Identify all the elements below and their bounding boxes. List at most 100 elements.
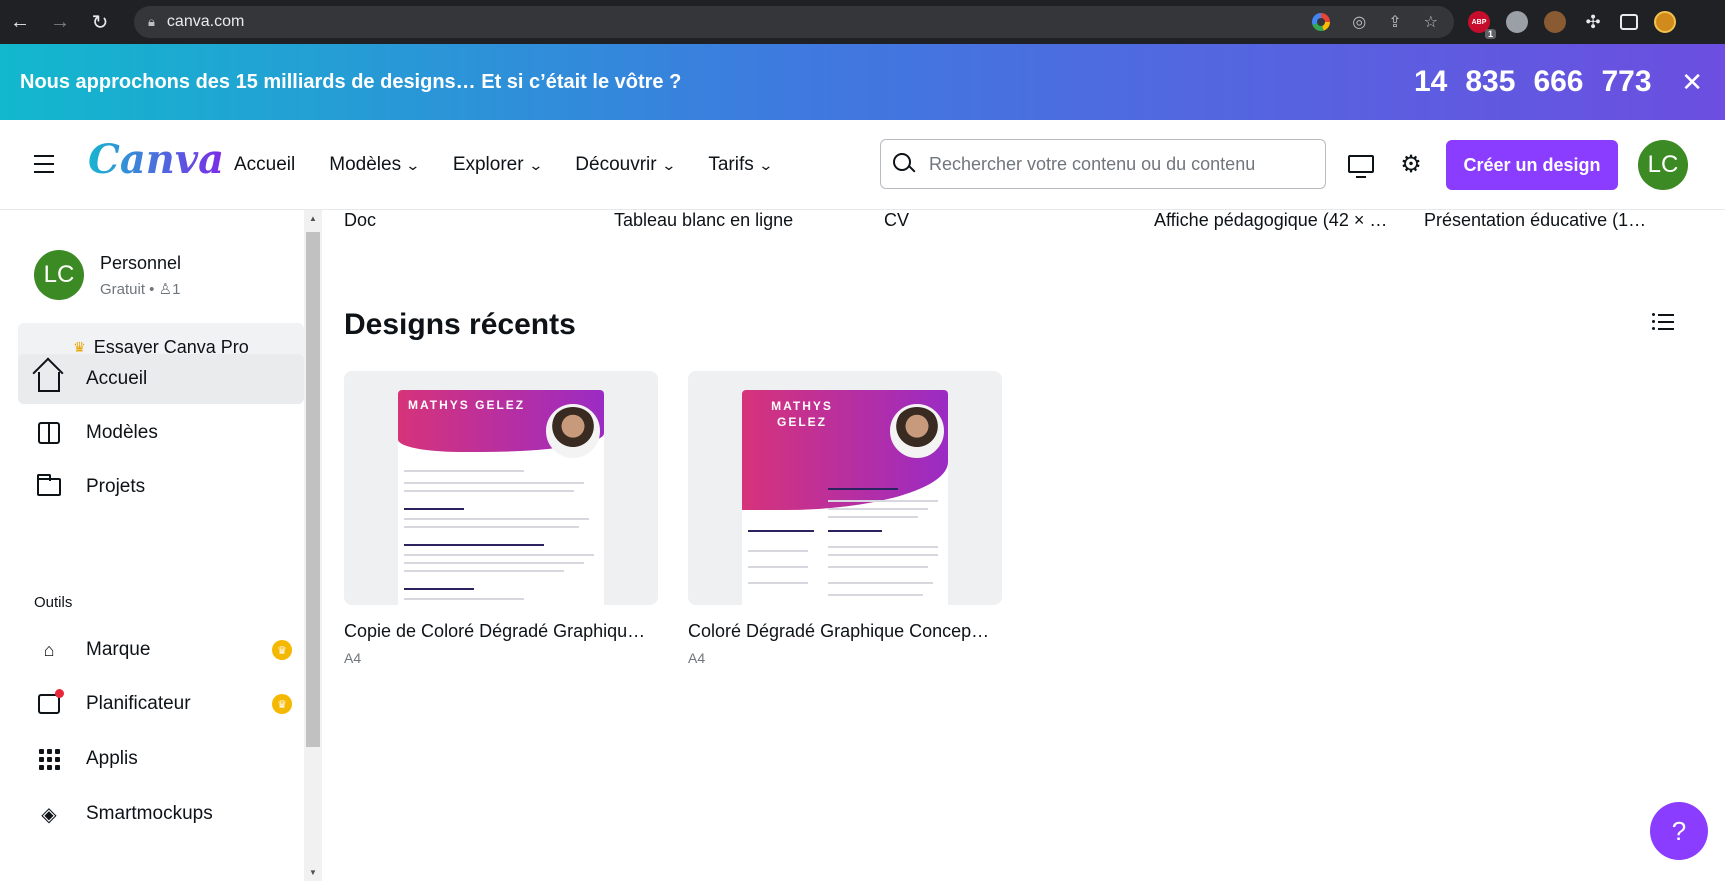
eye-off-icon[interactable]: ◎	[1352, 12, 1366, 32]
pro-crown-badge: ♛	[272, 694, 292, 714]
top-navigation: Canva Accueil Modèles ⌄ Explorer ⌄ Découvr…	[0, 120, 1725, 210]
account-avatar[interactable]: LC	[1638, 140, 1688, 190]
team-avatar: LC	[34, 250, 84, 300]
account-plan: Gratuit	[100, 280, 146, 298]
sidebar-item-marque[interactable]: ⌂ Marque ♛	[18, 625, 304, 675]
design-thumbnail[interactable]: MATHYS GELEZ	[344, 371, 658, 605]
cv-section-rule	[748, 530, 814, 532]
cv-text-line	[748, 550, 808, 552]
menu-item-accueil[interactable]: Accueil	[234, 154, 295, 176]
menu-item-tarifs[interactable]: Tarifs ⌄	[708, 154, 774, 176]
scrollbar-thumb[interactable]	[306, 232, 320, 747]
cv-text-line	[404, 570, 564, 572]
help-button[interactable]: ?	[1650, 802, 1708, 860]
menu-label: Modèles	[329, 154, 402, 175]
design-type-item[interactable]: Affiche pédagogique (42 × …	[1154, 210, 1424, 231]
owl-extension-icon[interactable]	[1506, 11, 1528, 33]
reload-icon[interactable]: ↻	[80, 0, 120, 44]
design-card[interactable]: MATHYS GELEZ Coloré Dégradé Graphique Co…	[688, 371, 1002, 666]
list-view-icon[interactable]	[1652, 313, 1674, 334]
bookmark-star-icon[interactable]: ☆	[1424, 12, 1438, 32]
sidebar-item-label: Smartmockups	[86, 803, 213, 824]
canva-logo[interactable]: Canva	[88, 136, 224, 183]
back-icon[interactable]: ←	[0, 0, 40, 44]
banner-close-icon[interactable]: ✕	[1681, 67, 1703, 98]
cv-text-line	[828, 566, 928, 568]
design-type-item[interactable]: CV	[884, 210, 1154, 231]
crown-icon: ♛	[73, 338, 86, 355]
profile-avatar-icon[interactable]	[1654, 11, 1676, 33]
sidebar-item-smartmockups[interactable]: ◈ Smartmockups	[18, 789, 304, 839]
sidebar-item-modeles[interactable]: Modèles	[18, 408, 304, 458]
scroll-up-arrow-icon[interactable]: ▲	[309, 214, 317, 223]
counter-group: 666	[1533, 65, 1584, 98]
recent-designs-title: Designs récents	[344, 308, 576, 341]
extensions-puzzle-icon[interactable]: ✣	[1582, 11, 1604, 33]
design-title[interactable]: Copie de Coloré Dégradé Graphiqu…	[344, 621, 658, 642]
promo-banner: Nous approchons des 15 milliards de desi…	[0, 44, 1725, 120]
cv-text-line	[828, 554, 938, 556]
design-thumbnail[interactable]: MATHYS GELEZ	[688, 371, 1002, 605]
side-panel-icon[interactable]	[1620, 14, 1638, 30]
menu-item-explorer[interactable]: Explorer ⌄	[453, 154, 543, 176]
sidebar-item-label: Modèles	[86, 422, 158, 443]
desktop-app-icon[interactable]	[1346, 149, 1376, 179]
hamburger-menu-icon[interactable]	[34, 155, 54, 173]
account-switcher[interactable]: LC Personnel Gratuit • ♙1	[34, 250, 181, 300]
share-icon[interactable]: ⇪	[1388, 12, 1401, 32]
menu-item-modeles[interactable]: Modèles ⌄	[329, 154, 421, 176]
design-type-row: Doc Tableau blanc en ligne CV Affiche pé…	[344, 210, 1694, 231]
forward-icon[interactable]: →	[40, 0, 80, 44]
design-card[interactable]: MATHYS GELEZ Copie de Coloré Dégradé Gra…	[344, 371, 658, 666]
home-icon	[36, 366, 62, 392]
design-size: A4	[344, 650, 362, 666]
counter-group: 835	[1465, 65, 1516, 98]
design-type-item[interactable]: Présentation éducative (1…	[1424, 210, 1694, 231]
sidebar-item-accueil[interactable]: Accueil	[18, 354, 304, 404]
design-type-item[interactable]: Tableau blanc en ligne	[614, 210, 884, 231]
menu-item-decouvrir[interactable]: Découvrir ⌄	[575, 154, 677, 176]
cv-section-rule	[404, 544, 544, 546]
folder-icon	[36, 474, 62, 500]
search-input[interactable]	[929, 153, 1309, 175]
sidebar: LC Personnel Gratuit • ♙1 ♛ Essayer Canv…	[0, 210, 322, 881]
sidebar-item-label: Accueil	[86, 368, 148, 389]
cv-text-line	[748, 582, 808, 584]
search-icon	[893, 153, 915, 175]
cookie-extension-icon[interactable]	[1544, 11, 1566, 33]
menu-label: Accueil	[234, 154, 296, 175]
design-type-item[interactable]: Doc	[344, 210, 614, 231]
adblock-label: ABP	[1471, 18, 1487, 26]
create-design-button[interactable]: Créer un design	[1446, 140, 1618, 190]
sidebar-item-planificateur[interactable]: Planificateur ♛	[18, 679, 304, 729]
cv-text-line	[828, 508, 928, 510]
sidebar-scrollbar[interactable]: ▲ ▼	[304, 210, 322, 881]
cv-section-rule	[404, 508, 464, 510]
sidebar-item-label: Planificateur	[86, 693, 191, 714]
cv-section-rule	[404, 588, 474, 590]
chevron-down-icon: ⌄	[405, 157, 421, 173]
address-bar[interactable]: 🔒︎ canva.com ◎ ⇪ ☆	[134, 6, 1454, 38]
cv-preview: MATHYS GELEZ	[742, 390, 948, 605]
cv-text-line	[404, 526, 579, 528]
google-lens-icon[interactable]	[1312, 13, 1331, 31]
design-title[interactable]: Coloré Dégradé Graphique Concep…	[688, 621, 1002, 642]
design-size: A4	[688, 650, 706, 666]
settings-gear-icon[interactable]: ⚙	[1396, 149, 1426, 179]
adblock-extension-icon[interactable]: ABP 1	[1468, 11, 1496, 39]
cv-text-line	[404, 518, 589, 520]
chevron-down-icon: ⌄	[660, 157, 677, 173]
account-plan-line: Gratuit • ♙1	[100, 280, 181, 298]
cv-text-line	[404, 562, 584, 564]
sidebar-item-label: Projets	[86, 476, 146, 497]
sidebar-item-applis[interactable]: Applis	[18, 734, 304, 784]
scroll-down-arrow-icon[interactable]: ▼	[309, 868, 317, 877]
search-box[interactable]	[880, 139, 1326, 189]
cv-text-line	[828, 516, 918, 518]
chevron-down-icon: ⌄	[757, 157, 774, 173]
members-icon: ♙	[158, 280, 173, 298]
cv-name: MATHYS GELEZ	[408, 398, 526, 412]
cv-photo	[546, 404, 600, 458]
cv-text-line	[828, 500, 938, 502]
sidebar-item-projets[interactable]: Projets	[18, 462, 304, 512]
